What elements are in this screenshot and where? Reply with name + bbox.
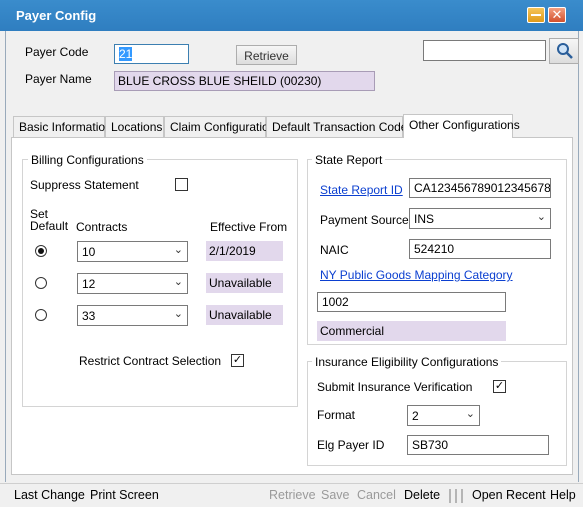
contract-select-1[interactable]: 10 ⌄ xyxy=(77,241,188,262)
naic-input[interactable]: 524210 xyxy=(409,239,551,259)
title-bar: Payer Config ✕ xyxy=(0,0,583,31)
contract-select-3[interactable]: 33 ⌄ xyxy=(77,305,188,326)
delete-button[interactable]: Delete xyxy=(404,488,440,502)
default-radio-1[interactable] xyxy=(35,245,47,257)
status-bar: Last Change Print Screen Retrieve Save C… xyxy=(0,483,583,507)
effective-from-2: Unavailable xyxy=(206,273,283,293)
ny-public-goods-link[interactable]: NY Public Goods Mapping Category xyxy=(320,268,513,282)
close-button[interactable]: ✕ xyxy=(548,7,566,23)
ny-category-code-input[interactable]: 1002 xyxy=(317,292,506,312)
state-report-id-link[interactable]: State Report ID xyxy=(320,183,403,197)
payer-code-value: 21 xyxy=(119,47,133,61)
elg-payer-id-input[interactable]: SB730 xyxy=(407,435,549,455)
payment-source-value: INS xyxy=(414,212,435,226)
open-recent-button[interactable]: Open Recent xyxy=(472,488,546,502)
suppress-statement-label: Suppress Statement xyxy=(30,178,139,192)
save-button[interactable]: Save xyxy=(321,488,350,502)
chevron-down-icon: ⌄ xyxy=(173,244,183,256)
contracts-header: Contracts xyxy=(76,220,128,234)
default-radio-2[interactable] xyxy=(35,277,47,289)
restrict-contract-label: Restrict Contract Selection xyxy=(79,354,222,368)
minimize-button[interactable] xyxy=(527,7,545,23)
contract-value-2: 12 xyxy=(82,277,96,291)
payer-code-label: Payer Code xyxy=(25,45,89,59)
submit-verification-checkbox[interactable]: ✓ xyxy=(493,380,506,393)
search-button[interactable] xyxy=(549,38,579,64)
check-icon: ✓ xyxy=(494,380,505,392)
chevron-down-icon: ⌄ xyxy=(536,211,546,223)
payer-name-field: BLUE CROSS BLUE SHEILD (00230) xyxy=(114,71,375,91)
contract-value-3: 33 xyxy=(82,309,96,323)
minimize-icon xyxy=(531,14,541,16)
default-radio-3[interactable] xyxy=(35,309,47,321)
format-select[interactable]: 2 ⌄ xyxy=(407,405,480,426)
payment-source-select[interactable]: INS ⌄ xyxy=(409,208,551,229)
tab-basic-information[interactable]: Basic Information xyxy=(13,116,112,137)
tab-claim-configuration[interactable]: Claim Configuration xyxy=(164,116,275,137)
restrict-contract-checkbox[interactable]: ✓ xyxy=(231,354,244,367)
submit-verification-label: Submit Insurance Verification xyxy=(317,380,473,394)
payer-code-input[interactable]: 21 xyxy=(114,44,189,64)
payer-name-label: Payer Name xyxy=(25,72,92,86)
retrieve-footer-button[interactable]: Retrieve xyxy=(269,488,316,502)
tab-other-configurations[interactable]: Other Configurations xyxy=(403,114,520,138)
separator xyxy=(449,489,451,503)
close-icon: ✕ xyxy=(551,7,563,22)
contract-select-2[interactable]: 12 ⌄ xyxy=(77,273,188,294)
naic-label: NAIC xyxy=(320,243,349,257)
state-report-title: State Report xyxy=(312,153,386,167)
help-button[interactable]: Help xyxy=(550,488,576,502)
effective-from-header: Effective From xyxy=(210,220,288,234)
payment-source-label: Payment Source xyxy=(320,213,409,227)
chevron-down-icon: ⌄ xyxy=(465,408,475,420)
chevron-down-icon: ⌄ xyxy=(173,308,183,320)
separator xyxy=(461,489,463,503)
state-report-id-input[interactable]: CA123456789012345678 xyxy=(409,178,551,198)
cancel-button[interactable]: Cancel xyxy=(357,488,396,502)
separator xyxy=(455,489,457,503)
magnifier-icon xyxy=(557,43,573,59)
contract-value-1: 10 xyxy=(82,245,96,259)
format-value: 2 xyxy=(412,409,419,423)
suppress-statement-checkbox[interactable] xyxy=(175,178,188,191)
effective-from-1: 2/1/2019 xyxy=(206,241,283,261)
set-default-header: Set Default xyxy=(30,207,69,233)
insurance-eligibility-title: Insurance Eligibility Configurations xyxy=(312,355,502,369)
last-change-button[interactable]: Last Change xyxy=(14,488,85,502)
tab-default-transaction-codes[interactable]: Default Transaction Codes xyxy=(266,116,413,137)
ny-category-name: Commercial xyxy=(317,321,506,341)
check-icon: ✓ xyxy=(232,354,243,366)
print-screen-button[interactable]: Print Screen xyxy=(90,488,159,502)
effective-from-3: Unavailable xyxy=(206,305,283,325)
elg-payer-id-label: Elg Payer ID xyxy=(317,438,385,452)
tab-locations[interactable]: Locations xyxy=(105,116,164,137)
format-label: Format xyxy=(317,408,356,422)
search-input[interactable] xyxy=(423,40,546,61)
window-title: Payer Config xyxy=(16,8,97,23)
retrieve-button[interactable]: Retrieve xyxy=(236,45,297,65)
chevron-down-icon: ⌄ xyxy=(173,276,183,288)
billing-group-title: Billing Configurations xyxy=(28,153,147,167)
